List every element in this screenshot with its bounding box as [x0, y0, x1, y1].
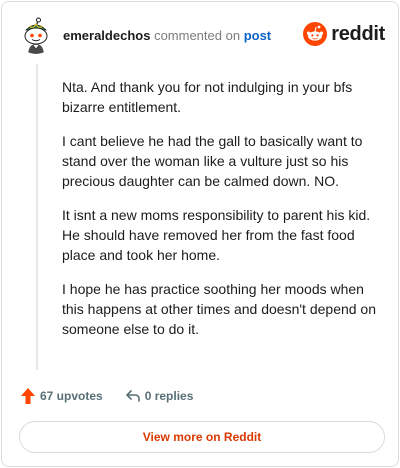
upvotes-count: 67 upvotes — [40, 389, 103, 403]
comment-actions: 67 upvotes 0 replies — [20, 386, 193, 406]
byline-action-text: commented on — [154, 28, 241, 43]
comment-paragraph: Nta. And thank you for not indulging in … — [62, 79, 353, 115]
thread-line — [36, 64, 38, 370]
snoo-avatar-icon[interactable] — [17, 16, 55, 54]
comment-paragraph: I hope he has practice soothing her mood… — [62, 281, 377, 337]
reddit-wordmark: reddit — [331, 23, 385, 45]
comment-header: emeraldechos commented on post reddit — [17, 16, 387, 54]
embedded-comment-card: emeraldechos commented on post reddit Nt… — [1, 1, 399, 467]
comment-body: Nta. And thank you for not indulging in … — [62, 77, 376, 353]
comment-byline: emeraldechos commented on post — [63, 28, 271, 44]
reddit-logo-icon — [303, 22, 328, 46]
replies-button[interactable]: 0 replies — [125, 388, 194, 404]
comment-paragraph: I cant believe he had the gall to basica… — [62, 133, 363, 189]
upvote-arrow-icon — [21, 388, 35, 404]
comment-paragraph: It isnt a new moms responsibility to par… — [62, 207, 371, 263]
upvote-button[interactable]: 67 upvotes — [20, 387, 103, 405]
username-link[interactable]: emeraldechos — [63, 28, 150, 43]
reply-arrow-icon — [125, 390, 140, 402]
post-link[interactable]: post — [244, 28, 271, 43]
view-more-on-reddit-button[interactable]: View more on Reddit — [19, 421, 385, 453]
reddit-brand-link[interactable]: reddit — [303, 21, 385, 47]
replies-count: 0 replies — [144, 389, 194, 403]
